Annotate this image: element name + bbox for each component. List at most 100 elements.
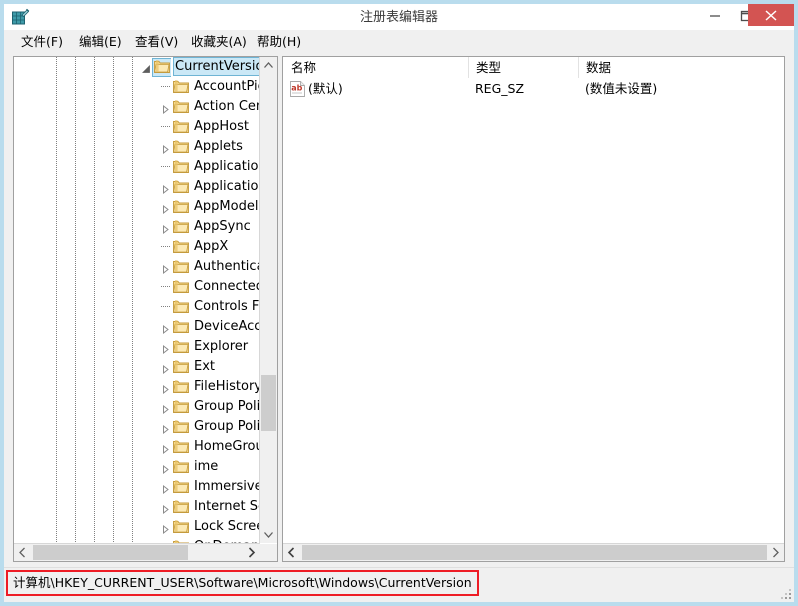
tree-item[interactable]: Ext bbox=[14, 357, 260, 377]
registry-values-pane: 名称 类型 数据 ab (默认) REG_SZ (数值未设置) bbox=[282, 56, 785, 562]
tree-connector-line bbox=[161, 86, 170, 87]
chevron-right-icon[interactable] bbox=[161, 263, 170, 275]
tree-item[interactable]: AppSync bbox=[14, 217, 260, 237]
chevron-right-icon[interactable] bbox=[161, 343, 170, 355]
chevron-right-icon[interactable] bbox=[161, 323, 170, 335]
tree-item[interactable]: ImmersiveShel bbox=[14, 477, 260, 497]
close-button[interactable] bbox=[748, 4, 794, 26]
tree-vertical-scrollbar[interactable] bbox=[259, 57, 277, 543]
tree-item[interactable]: Controls Folde bbox=[14, 297, 260, 317]
tree-item-label: ImmersiveShel bbox=[194, 479, 260, 494]
column-header-2[interactable]: 数据 bbox=[578, 57, 784, 78]
folder-icon bbox=[173, 399, 189, 414]
chevron-right-icon[interactable] bbox=[161, 523, 170, 535]
folder-icon bbox=[173, 419, 189, 434]
tree-item-label: AppHost bbox=[194, 119, 249, 134]
registry-editor-window: 注册表编辑器 文件(F) 编辑(E) 查看(V) 收藏夹(A) 帮助(H) Cur bbox=[0, 0, 798, 606]
menu-item-0[interactable]: 文件(F) bbox=[14, 30, 70, 52]
chevron-right-icon[interactable] bbox=[161, 503, 170, 515]
tree-connector-line bbox=[161, 246, 170, 247]
minimize-button[interactable] bbox=[699, 4, 730, 26]
tree-item[interactable]: Explorer bbox=[14, 337, 260, 357]
tree-item[interactable]: DeviceAccess bbox=[14, 317, 260, 337]
tree-item-label: Internet Setting bbox=[194, 499, 260, 514]
chevron-right-icon[interactable] bbox=[161, 103, 170, 115]
values-horizontal-scrollbar[interactable] bbox=[283, 543, 784, 561]
values-hscrollbar-thumb[interactable] bbox=[302, 545, 767, 560]
chevron-right-icon[interactable] bbox=[161, 463, 170, 475]
column-header-0[interactable]: 名称 bbox=[283, 57, 468, 78]
tree-scroll-up-button[interactable] bbox=[260, 57, 277, 74]
folder-icon bbox=[173, 519, 189, 534]
tree-item-label: Explorer bbox=[194, 339, 249, 354]
tree-item-label: Applets bbox=[194, 139, 243, 154]
values-scroll-right-button[interactable] bbox=[767, 544, 784, 561]
folder-icon bbox=[154, 59, 170, 74]
column-header-1[interactable]: 类型 bbox=[468, 57, 578, 78]
tree-item-label: ime bbox=[194, 459, 219, 474]
tree-item-label: Controls Folde bbox=[194, 299, 260, 314]
folder-icon bbox=[173, 499, 189, 514]
tree-item-label: Group Policy E bbox=[194, 419, 260, 434]
tree-horizontal-scrollbar[interactable] bbox=[14, 543, 260, 561]
folder-icon bbox=[173, 79, 189, 94]
registry-tree-viewport[interactable]: CurrentVersion AccountPicture Action Cente… bbox=[14, 57, 260, 543]
chevron-right-icon[interactable] bbox=[161, 363, 170, 375]
chevron-right-icon[interactable] bbox=[161, 443, 170, 455]
chevron-right-icon[interactable] bbox=[161, 183, 170, 195]
tree-item-label: FileHistory bbox=[194, 379, 260, 394]
tree-item[interactable]: ime bbox=[14, 457, 260, 477]
chevron-right-icon[interactable] bbox=[161, 423, 170, 435]
chevron-right-icon[interactable] bbox=[161, 403, 170, 415]
menu-bar: 文件(F) 编辑(E) 查看(V) 收藏夹(A) 帮助(H) bbox=[4, 30, 794, 52]
tree-item-selected[interactable]: CurrentVersion bbox=[14, 57, 260, 77]
values-row[interactable]: ab (默认) REG_SZ (数值未设置) bbox=[283, 78, 784, 100]
folder-icon bbox=[173, 179, 189, 194]
folder-icon bbox=[173, 479, 189, 494]
tree-item[interactable]: AppX bbox=[14, 237, 260, 257]
tree-item[interactable]: AppHost bbox=[14, 117, 260, 137]
tree-scroll-down-button[interactable] bbox=[260, 526, 277, 543]
title-bar: 注册表编辑器 bbox=[4, 4, 794, 31]
chevron-right-icon[interactable] bbox=[161, 223, 170, 235]
folder-icon bbox=[173, 119, 189, 134]
tree-item[interactable]: ApplicationAss bbox=[14, 157, 260, 177]
tree-item[interactable]: Lock Screen bbox=[14, 517, 260, 537]
chevron-right-icon[interactable] bbox=[161, 483, 170, 495]
menu-item-4[interactable]: 帮助(H) bbox=[250, 30, 308, 52]
window-title: 注册表编辑器 bbox=[359, 10, 438, 25]
folder-icon bbox=[173, 219, 189, 234]
chevron-down-icon[interactable] bbox=[142, 63, 151, 73]
menu-item-1[interactable]: 编辑(E) bbox=[72, 30, 129, 52]
folder-icon bbox=[173, 359, 189, 374]
tree-item[interactable]: FileHistory bbox=[14, 377, 260, 397]
tree-item[interactable]: Applets bbox=[14, 137, 260, 157]
tree-item[interactable]: Group Policy bbox=[14, 397, 260, 417]
menu-item-3[interactable]: 收藏夹(A) bbox=[184, 30, 254, 52]
menu-item-2[interactable]: 查看(V) bbox=[128, 30, 185, 52]
values-scroll-left-button[interactable] bbox=[283, 544, 300, 561]
tree-item-label: Ext bbox=[194, 359, 216, 374]
tree-scroll-right-button[interactable] bbox=[243, 544, 260, 561]
tree-connector-line bbox=[161, 306, 170, 307]
tree-item[interactable]: HomeGroup bbox=[14, 437, 260, 457]
tree-item[interactable]: Action Center bbox=[14, 97, 260, 117]
chevron-right-icon[interactable] bbox=[161, 143, 170, 155]
tree-item[interactable]: Internet Setting bbox=[14, 497, 260, 517]
tree-item[interactable]: Group Policy E bbox=[14, 417, 260, 437]
tree-scroll-left-button[interactable] bbox=[14, 544, 31, 561]
tree-item-label: ApplicationView bbox=[194, 179, 260, 194]
folder-icon bbox=[173, 459, 189, 474]
tree-item[interactable]: ApplicationView bbox=[14, 177, 260, 197]
tree-item-label: Lock Screen bbox=[194, 519, 260, 534]
chevron-right-icon[interactable] bbox=[161, 383, 170, 395]
tree-item[interactable]: AppModel bbox=[14, 197, 260, 217]
tree-item[interactable]: Authentication bbox=[14, 257, 260, 277]
values-row-container: ab (默认) REG_SZ (数值未设置) bbox=[283, 78, 784, 541]
chevron-right-icon[interactable] bbox=[161, 203, 170, 215]
resize-grip-icon[interactable] bbox=[780, 588, 792, 600]
tree-scrollbar-thumb[interactable] bbox=[261, 375, 276, 431]
tree-hscrollbar-thumb[interactable] bbox=[33, 545, 188, 560]
tree-item[interactable]: AccountPicture bbox=[14, 77, 260, 97]
tree-item[interactable]: ConnectedSear bbox=[14, 277, 260, 297]
